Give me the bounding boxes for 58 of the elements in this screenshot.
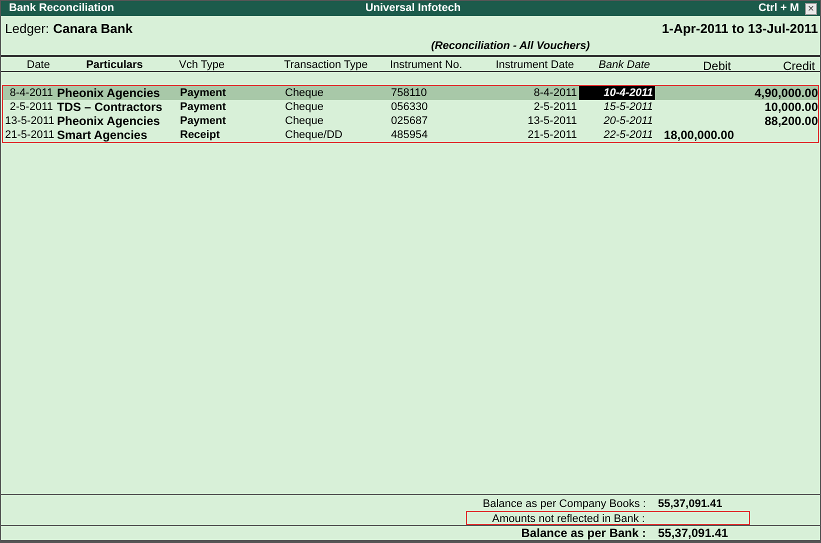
instrument-date-cell-text: 2-5-2011 <box>532 100 578 114</box>
date-cell-text: 21-5-2011 <box>4 128 55 142</box>
table-row[interactable]: 8-4-2011 Pheonix Agencies Payment Cheque 758110 8-4-2011 10-4-2011 4,90,000.00 <box>3 86 818 100</box>
bank-date-field[interactable]: 22-5-2011 <box>579 128 655 142</box>
column-header: Debit <box>702 58 732 74</box>
table-row[interactable]: 21-5-2011 Smart Agencies Receipt Cheque/DD 485954 21-5-2011 22-5-2011 18,00,000.00 <box>3 128 818 142</box>
summary-label: Balance as per Bank : <box>520 526 647 541</box>
voucher-type-cell-text: Payment <box>179 100 227 114</box>
instrument-number-cell-text: 485954 <box>390 128 429 142</box>
company-name: Universal Infotech <box>365 1 461 16</box>
instrument-number-cell-text: 025687 <box>390 114 429 128</box>
voucher-type-cell-text: Payment <box>179 114 227 128</box>
instrument-date-cell-text: 13-5-2011 <box>526 114 578 128</box>
column-header: Particulars <box>85 58 144 74</box>
ledger-name: Canara Bank <box>53 20 133 38</box>
instrument-number-cell-text: 056330 <box>390 100 429 114</box>
date-cell-text: 8-4-2011 <box>8 86 54 100</box>
transaction-type-cell-text: Cheque <box>284 86 325 100</box>
summary-label: Amounts not reflected in Bank : <box>491 512 646 526</box>
column-header: Transaction Type <box>283 58 369 74</box>
instrument-date-cell-text: 8-4-2011 <box>532 86 578 100</box>
column-header: Instrument No. <box>389 58 464 74</box>
credit-cell-text: 4,90,000.00 <box>754 86 819 100</box>
transaction-type-cell-text: Cheque <box>284 114 325 128</box>
bank-date-field[interactable]: 20-5-2011 <box>579 114 655 128</box>
column-header: Date <box>26 58 51 74</box>
transaction-type-cell-text: Cheque <box>284 100 325 114</box>
credit-cell-text: 88,200.00 <box>764 114 819 128</box>
window-title: Bank Reconciliation <box>9 1 116 16</box>
particulars-cell-text: Pheonix Agencies <box>56 86 161 100</box>
column-header: Vch Type <box>178 58 226 74</box>
credit-cell-text: 10,000.00 <box>764 100 819 114</box>
ledger-label: Ledger: <box>5 20 50 38</box>
table-row[interactable]: 2-5-2011 TDS – Contractors Payment Cheque 056330 2-5-2011 15-5-2011 10,000.00 <box>3 100 818 114</box>
voucher-type-cell-text: Payment <box>179 86 227 100</box>
debit-cell-text: 18,00,000.00 <box>662 128 735 142</box>
particulars-cell-text: Smart Agencies <box>56 128 148 142</box>
instrument-date-cell-text: 21-5-2011 <box>526 128 578 142</box>
particulars-cell-text: Pheonix Agencies <box>56 114 161 128</box>
transaction-type-cell-text: Cheque/DD <box>284 128 344 142</box>
voucher-type-cell-text: Receipt <box>179 128 221 142</box>
close-button[interactable]: × <box>805 2 817 14</box>
column-header: Credit <box>782 58 816 74</box>
date-cell-text: 13-5-2011 <box>4 114 55 128</box>
date-cell-text: 2-5-2011 <box>8 100 54 114</box>
summary-label: Balance as per Company Books : <box>482 497 647 511</box>
summary-value: 55,37,091.41 <box>657 526 730 541</box>
instrument-number-cell-text: 758110 <box>390 86 428 100</box>
table-row[interactable]: 13-5-2011 Pheonix Agencies Payment Cheque 025687 13-5-2011 20-5-2011 88,200.00 <box>3 114 818 128</box>
period-range: 1-Apr-2011 to 13-Jul-2011 <box>662 20 818 38</box>
column-header: Instrument Date <box>494 58 575 74</box>
bank-date-field[interactable]: 10-4-2011 <box>579 86 655 100</box>
summary-value: 55,37,091.41 <box>657 497 724 511</box>
bank-date-field[interactable]: 15-5-2011 <box>579 100 655 114</box>
particulars-cell-text: TDS – Contractors <box>56 100 164 114</box>
shortcut-label: Ctrl + M <box>758 1 799 16</box>
report-subtitle: (Reconciliation - All Vouchers) <box>430 38 591 52</box>
column-header: Bank Date <box>598 58 651 74</box>
